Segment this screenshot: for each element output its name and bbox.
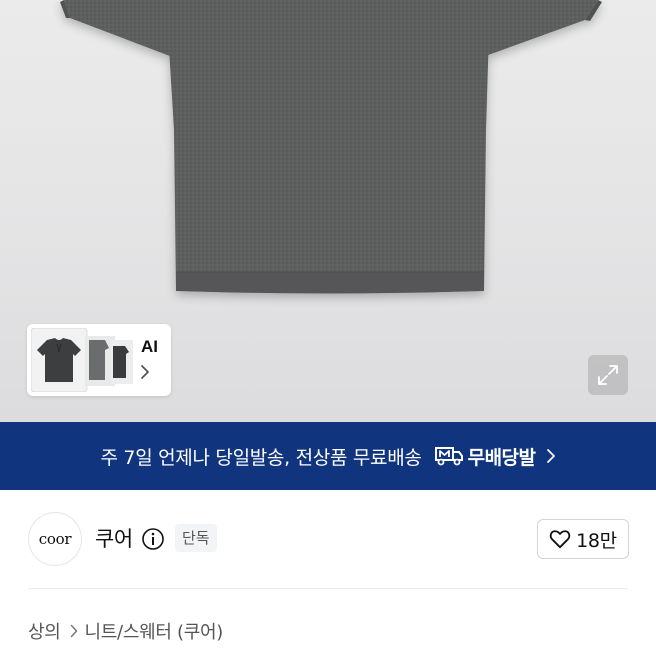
- expand-icon: [598, 365, 618, 385]
- ai-label: AI: [141, 337, 158, 356]
- product-image[interactable]: AI: [0, 0, 656, 422]
- chevron-right-icon: [70, 624, 77, 638]
- heart-icon: [549, 530, 571, 549]
- truck-m-icon: [434, 447, 463, 466]
- banner-text: 주 7일 언제나 당일발송, 전상품 무료배송: [100, 446, 422, 469]
- like-button[interactable]: 18만: [537, 519, 629, 559]
- banner-brand: 무배당발: [467, 446, 536, 469]
- chevron-right-icon: [546, 449, 555, 463]
- divider: [28, 588, 628, 589]
- chevron-right-icon: [141, 365, 149, 379]
- shop-logo[interactable]: coor: [28, 512, 82, 566]
- free-delivery-banner[interactable]: 주 7일 언제나 당일발송, 전상품 무료배송 무배당발: [0, 422, 656, 490]
- product-page: AI 주 7일 언제나 당일발송, 전상품 무료배송 무배당발 coor 쿠어 …: [0, 0, 656, 656]
- like-count: 18만: [576, 529, 617, 552]
- shop-name[interactable]: 쿠어: [95, 523, 133, 553]
- info-icon[interactable]: [141, 527, 165, 551]
- exclusive-badge: 단독: [175, 524, 217, 552]
- shop-info: coor 쿠어 단독 18만: [0, 490, 656, 588]
- breadcrumb-item-subcategory[interactable]: 니트/스웨터 (쿠어): [85, 618, 224, 644]
- breadcrumb: 상의 니트/스웨터 (쿠어): [28, 618, 223, 644]
- breadcrumb-item-category[interactable]: 상의: [28, 618, 61, 644]
- expand-image-button[interactable]: [588, 355, 628, 395]
- shop-logo-text: coor: [38, 530, 72, 548]
- ai-fitting-card[interactable]: AI: [27, 324, 171, 396]
